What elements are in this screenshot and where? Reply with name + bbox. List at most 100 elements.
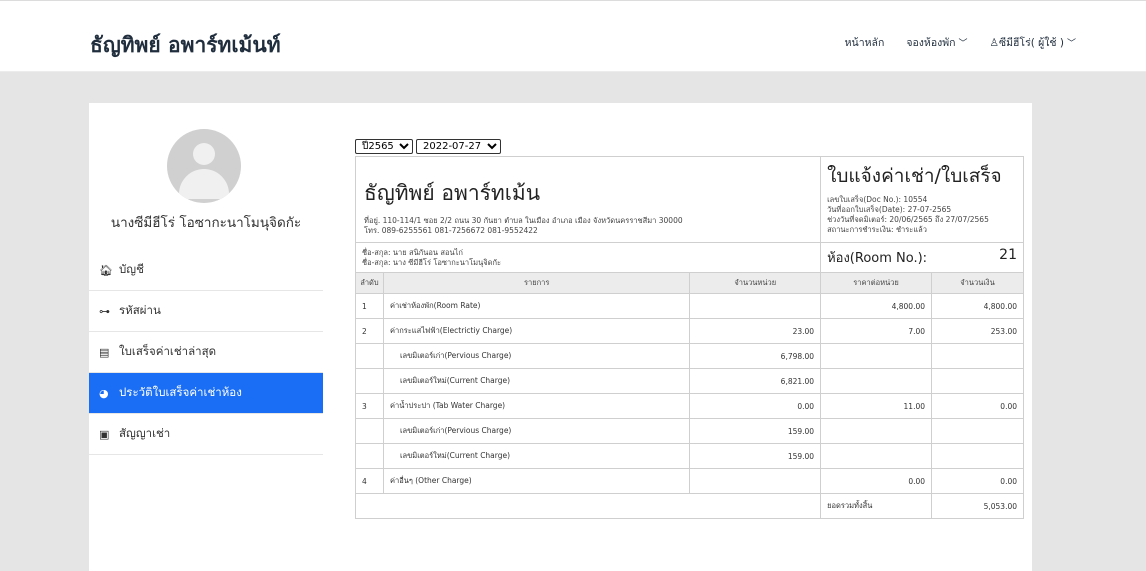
cell-amount — [931, 343, 1024, 369]
brand-logo[interactable]: ธัญทิพย์ อพาร์ทเม้นท์ — [90, 29, 281, 62]
cell-item: เลขมิเตอร์เก่า(Pervious Charge) — [382, 418, 691, 444]
phone-line: โทร. 089-6255561 081-7256672 081-9552422 — [364, 226, 538, 235]
cell-price: 11.00 — [820, 393, 933, 419]
col-header-item: รายการ — [382, 272, 691, 294]
company-address: ที่อยู่. 110-114/1 ซอย 2/2 ถนน 30 กันยา … — [364, 216, 812, 236]
home-icon: 🏠︎ — [99, 263, 113, 277]
sidebar-item-latest-receipt[interactable]: ▤ ใบเสร็จค่าเช่าล่าสุด — [89, 332, 323, 373]
cell-price — [820, 368, 933, 394]
table-row: 1 ค่าเช่าห้องพัก(Room Rate) 4,800.00 4,800.… — [355, 293, 1024, 319]
history-icon: ◕ — [99, 386, 109, 400]
total-spacer — [354, 493, 822, 519]
year-select[interactable]: ปี2565 — [355, 139, 413, 154]
cell-price — [820, 443, 933, 469]
nav-home-link[interactable]: หน้าหลัก — [845, 34, 885, 51]
nav-links: หน้าหลัก จองห้องพัก ﹀ ♙ซีมีฮีโร่( ผู้ใช้ … — [845, 34, 1076, 51]
avatar-head — [193, 143, 215, 165]
col-header-no: ลำดับ — [355, 272, 384, 294]
cell-units — [689, 293, 822, 319]
cell-amount — [931, 443, 1024, 469]
room-info: ห้อง(Room No.): 21 — [820, 242, 1024, 273]
sidebar-item-account[interactable]: 🏠︎ บัญชี — [89, 250, 323, 291]
table-row: เลขมิเตอร์เก่า(Pervious Charge) 159.00 — [355, 418, 1024, 444]
payment-status: สถานะการชำระเงิน: ชำระแล้ว — [827, 225, 927, 234]
avatar — [167, 129, 241, 203]
cell-amount: 0.00 — [931, 393, 1024, 419]
nav-booking-dropdown[interactable]: จองห้องพัก ﹀ — [906, 34, 967, 51]
table-header-row: ลำดับ รายการ จำนวนหน่วย ราคาต่อหน่วย จำน… — [355, 272, 1024, 294]
table-row: 3 ค่าน้ำประปา (Tab Water Charge) 0.00 11.00… — [355, 393, 1024, 419]
cell-item: ค่าเช่าห้องพัก(Room Rate) — [382, 293, 691, 319]
cell-units: 159.00 — [689, 418, 822, 444]
total-row: ยอดรวมทั้งสิ้น 5,053.00 — [354, 493, 1024, 519]
invoice-content: ปี2565 2022-07-27 ธัญทิพย์ อพาร์ทเม้น ที… — [354, 139, 1025, 519]
filter-bar: ปี2565 2022-07-27 — [355, 139, 1025, 154]
table-row: เลขมิเตอร์เก่า(Pervious Charge) 6,798.00 — [355, 343, 1024, 369]
meter-period: ช่วงวันที่จดมิเตอร์: 20/06/2565 ถึง 27/0… — [827, 215, 989, 224]
contract-icon: ▣ — [99, 427, 110, 441]
cell-price — [820, 418, 933, 444]
invoice-table: ธัญทิพย์ อพาร์ทเม้น ที่อยู่. 110-114/1 ซ… — [354, 156, 1024, 519]
room-number: 21 — [999, 247, 1017, 263]
doc-header: ใบแจ้งค่าเช่า/ใบเสร็จ เลขใบเสร็จ(Doc No.… — [820, 156, 1024, 243]
doc-date: วันที่ออกใบเสร็จ(Date): 27-07-2565 — [827, 205, 952, 214]
company-name: ธัญทิพย์ อพาร์ทเม้น — [364, 181, 541, 205]
company-header: ธัญทิพย์ อพาร์ทเม้น ที่อยู่. 110-114/1 ซ… — [354, 156, 822, 243]
table-row: 4 ค่าอื่นๆ (Other Charge) 0.00 0.00 — [355, 468, 1024, 494]
cell-no — [355, 343, 384, 369]
room-label: ห้อง(Room No.): — [827, 251, 928, 266]
invoice-rows: 1 ค่าเช่าห้องพัก(Room Rate) 4,800.00 4,800.… — [355, 293, 1024, 494]
nav-user-dropdown[interactable]: ♙ซีมีฮีโร่( ผู้ใช้ ) ﹀ — [990, 34, 1076, 51]
total-amount: 5,053.00 — [931, 493, 1024, 519]
cell-amount: 0.00 — [931, 468, 1024, 494]
top-navbar: ธัญทิพย์ อพาร์ทเม้นท์ หน้าหลัก จองห้องพั… — [0, 0, 1146, 72]
sidebar-item-receipt-history[interactable]: ◕ ประวัติใบเสร็จค่าเช่าห้อง — [89, 373, 323, 414]
cell-price: 7.00 — [820, 318, 933, 344]
cell-no: 2 — [355, 318, 384, 344]
cell-no — [355, 443, 384, 469]
tenant-name-1: ชื่อ-สกุล: นาย สนิกันอน สอนไก่ — [362, 247, 463, 257]
sidebar-item-label: ประวัติใบเสร็จค่าเช่าห้อง — [119, 385, 242, 399]
user-icon: ♙ — [989, 37, 999, 49]
receipt-icon: ▤ — [99, 345, 110, 359]
main-card: นางซีมีฮีโร่ โอซากะนาโมนุจิดกัะ 🏠︎ บัญชี … — [89, 103, 1032, 571]
cell-item: เลขมิเตอร์ใหม่(Current Charge) — [382, 368, 691, 394]
nav-user-label: ซีมีฮีโร่( ผู้ใช้ ) — [998, 37, 1064, 49]
tenant-name-2: ชื่อ-สกุล: นาง ซีมีฮีโร่ โอซากะนาโมนุจิด… — [362, 257, 502, 267]
address-line: ที่อยู่. 110-114/1 ซอย 2/2 ถนน 30 กันยา … — [364, 216, 683, 225]
cell-price: 0.00 — [820, 468, 933, 494]
cell-item: ค่าอื่นๆ (Other Charge) — [382, 468, 691, 494]
cell-units: 23.00 — [689, 318, 822, 344]
total-label: ยอดรวมทั้งสิ้น — [820, 493, 933, 519]
avatar-body — [179, 169, 229, 199]
cell-price: 4,800.00 — [820, 293, 933, 319]
cell-item: เลขมิเตอร์เก่า(Pervious Charge) — [382, 343, 691, 369]
cell-units: 6,821.00 — [689, 368, 822, 394]
table-row: เลขมิเตอร์ใหม่(Current Charge) 6,821.00 — [355, 368, 1024, 394]
cell-units: 0.00 — [689, 393, 822, 419]
table-row: 2 ค่ากระแสไฟฟ้า(Electrictiy Charge) 23.00 7… — [355, 318, 1024, 344]
sidebar-item-label: บัญชี — [119, 262, 144, 276]
sidebar-item-password[interactable]: ⊶ รหัสผ่าน — [89, 291, 323, 332]
cell-units: 6,798.00 — [689, 343, 822, 369]
cell-amount: 4,800.00 — [931, 293, 1024, 319]
chevron-down-icon: ﹀ — [1066, 39, 1076, 49]
nav-booking-label: จองห้องพัก — [906, 37, 956, 49]
cell-amount — [931, 418, 1024, 444]
key-icon: ⊶ — [99, 304, 110, 318]
profile-name: นางซีมีฮีโร่ โอซากะนาโมนุจิดกัะ — [110, 215, 302, 231]
cell-units: 159.00 — [689, 443, 822, 469]
doc-title: ใบแจ้งค่าเช่า/ใบเสร็จ — [827, 165, 1002, 187]
sidebar-menu: 🏠︎ บัญชี ⊶ รหัสผ่าน ▤ ใบเสร็จค่าเช่าล่าสุด … — [89, 250, 323, 455]
col-header-units: จำนวนหน่วย — [689, 272, 822, 294]
doc-meta: เลขใบเสร็จ(Doc No.): 10554 วันที่ออกใบเส… — [827, 195, 1017, 235]
cell-item: ค่าน้ำประปา (Tab Water Charge) — [382, 393, 691, 419]
sidebar-item-label: ใบเสร็จค่าเช่าล่าสุด — [119, 344, 217, 358]
cell-price — [820, 343, 933, 369]
sidebar-item-contract[interactable]: ▣ สัญญาเช่า — [89, 414, 323, 455]
col-header-price: ราคาต่อหน่วย — [820, 272, 933, 294]
cell-item: ค่ากระแสไฟฟ้า(Electrictiy Charge) — [382, 318, 691, 344]
table-row: เลขมิเตอร์ใหม่(Current Charge) 159.00 — [355, 443, 1024, 469]
date-select[interactable]: 2022-07-27 — [416, 139, 501, 154]
sidebar-item-label: รหัสผ่าน — [119, 303, 161, 317]
